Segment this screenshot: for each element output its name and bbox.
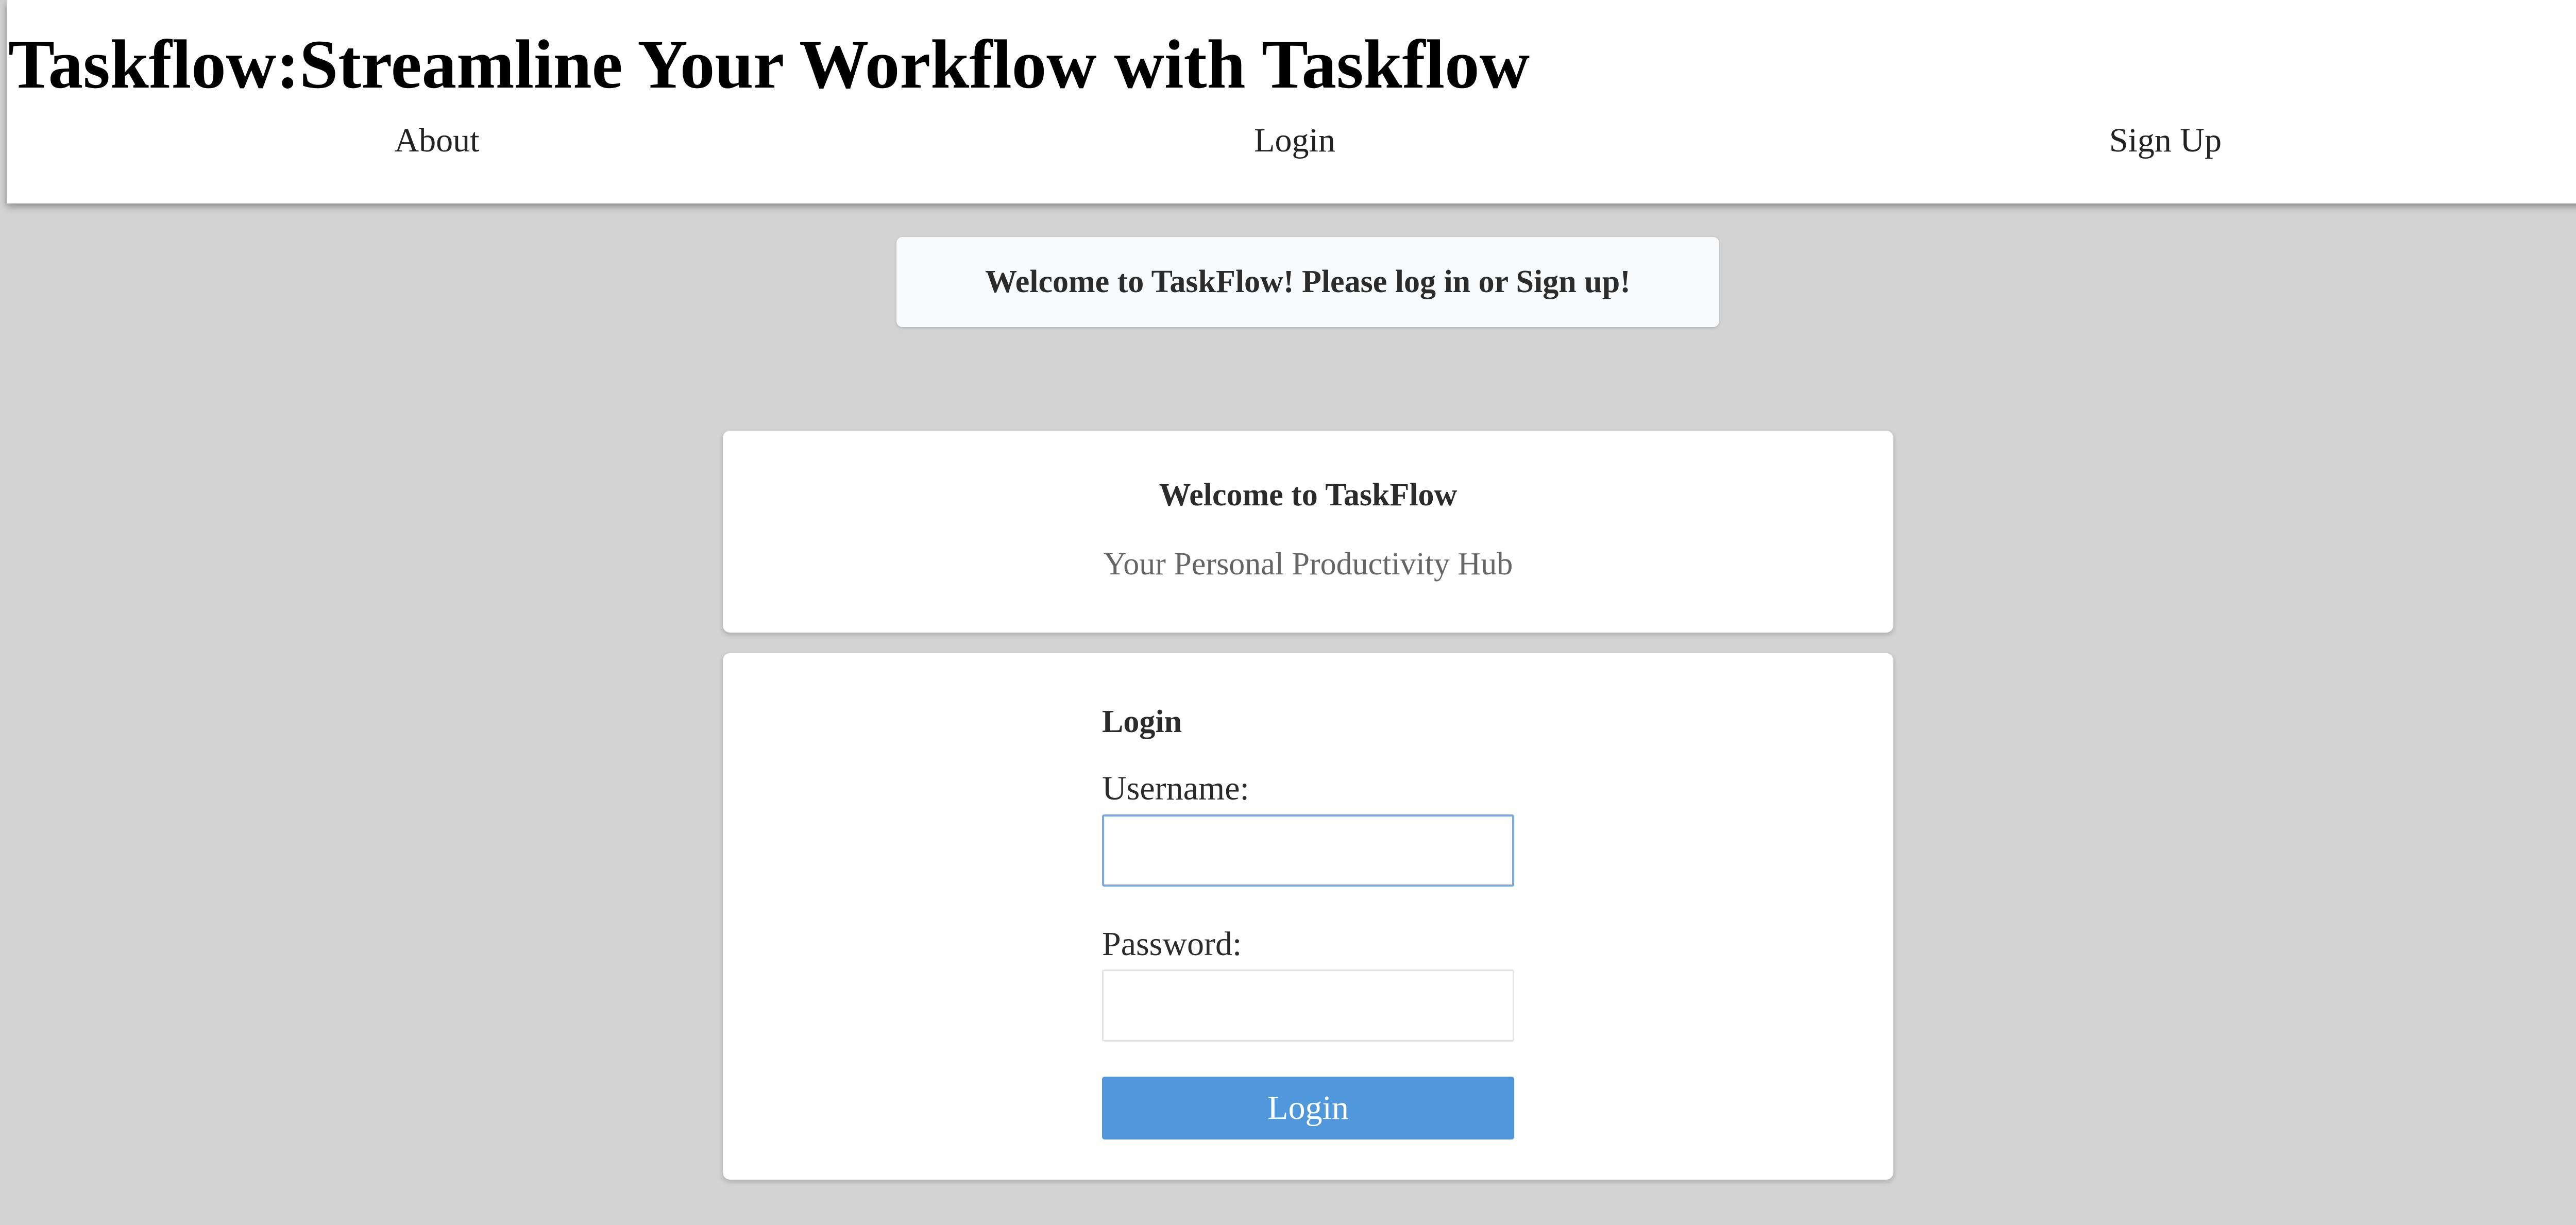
username-label: Username: — [1102, 770, 1249, 807]
login-heading: Login — [1102, 704, 1182, 739]
welcome-title: Welcome to TaskFlow — [1159, 478, 1458, 513]
login-button[interactable]: Login — [1102, 1077, 1514, 1139]
welcome-card: Welcome to TaskFlow Your Personal Produc… — [723, 431, 1893, 633]
login-card: Login Username: Password: Login — [723, 653, 1893, 1180]
app-title: Taskflow:Streamline Your Workflow with T… — [8, 26, 1530, 103]
nav-link-about[interactable]: About — [395, 124, 480, 158]
username-input[interactable] — [1102, 814, 1514, 887]
welcome-subtitle: Your Personal Productivity Hub — [1103, 547, 1513, 582]
password-label: Password: — [1102, 925, 1242, 963]
nav-link-login[interactable]: Login — [1254, 124, 1335, 158]
site-header: Taskflow:Streamline Your Workflow with T… — [7, 0, 2576, 203]
banner-message: Welcome to TaskFlow! Please log in or Si… — [985, 264, 1631, 299]
nav-link-signup[interactable]: Sign Up — [2109, 124, 2222, 158]
password-input[interactable] — [1102, 969, 1514, 1042]
welcome-banner: Welcome to TaskFlow! Please log in or Si… — [896, 237, 1719, 327]
